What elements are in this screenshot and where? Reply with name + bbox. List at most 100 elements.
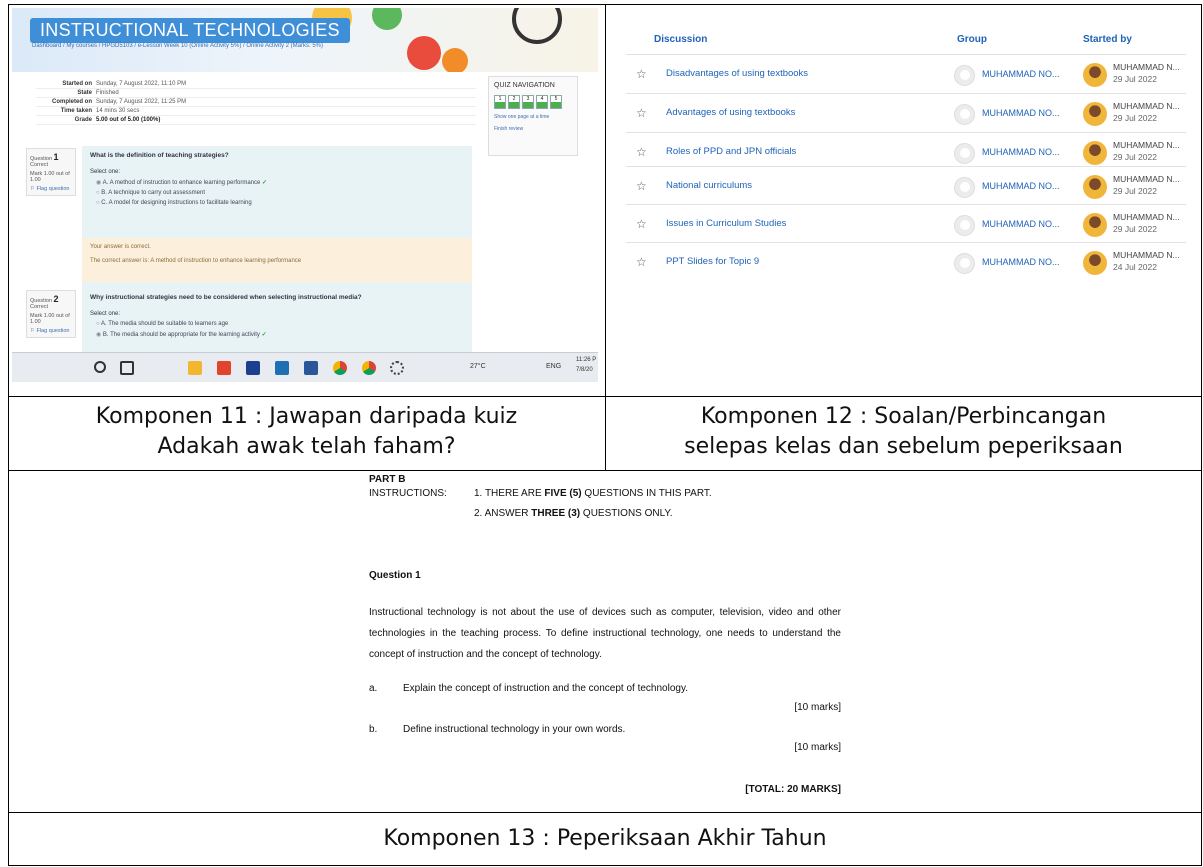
started-date: 29 Jul 2022	[1113, 74, 1157, 84]
discussion-row[interactable]: ☆ National curriculums MUHAMMAD NO... MU…	[626, 166, 1186, 205]
group-name[interactable]: MUHAMMAD NO...	[982, 147, 1060, 157]
course-title: INSTRUCTIONAL TECHNOLOGIES	[30, 18, 350, 43]
avatar	[1083, 175, 1107, 199]
discussion-title[interactable]: Advantages of using textbooks	[666, 107, 795, 118]
folder-icon[interactable]	[188, 361, 202, 375]
discussion-row[interactable]: ☆ Advantages of using textbooks MUHAMMAD…	[626, 93, 1186, 132]
show-one-page-link[interactable]: Show one page at a time	[494, 114, 572, 120]
weather-temperature[interactable]: 27°C	[470, 363, 486, 370]
discussion-title[interactable]: National curriculums	[666, 180, 752, 191]
started-date: 29 Jul 2022	[1113, 113, 1157, 123]
question-heading: Question 1	[369, 570, 421, 581]
item-a-text: Explain the concept of instruction and t…	[403, 683, 688, 694]
clock-date[interactable]: 7/8/20	[576, 367, 593, 373]
flag-label: Flag question	[36, 328, 70, 334]
app-icon[interactable]	[275, 361, 289, 375]
office-icon[interactable]	[217, 361, 231, 375]
started-by-name[interactable]: MUHAMMAD N...	[1113, 101, 1180, 111]
clock-time[interactable]: 11:26 P	[576, 357, 596, 363]
decor-circle	[512, 8, 562, 44]
divider-vertical	[605, 4, 606, 470]
discussion-row[interactable]: ☆ Issues in Curriculum Studies MUHAMMAD …	[626, 204, 1186, 243]
discussion-list-screenshot: Discussion Group Started by ☆ Disadvanta…	[610, 8, 1200, 382]
instruction-1: 1. THERE ARE FIVE (5) QUESTIONS IN THIS …	[474, 488, 712, 499]
quiz-navigation-title: QUIZ NAVIGATION	[494, 82, 555, 89]
border-right	[1201, 4, 1202, 866]
instruction-text: 2. ANSWER	[474, 508, 532, 519]
language-indicator[interactable]: ENG	[546, 363, 561, 370]
question-nav-button[interactable]: 1	[494, 95, 506, 109]
started-by-name[interactable]: MUHAMMAD N...	[1113, 140, 1180, 150]
discussion-row[interactable]: ☆ PPT Slides for Topic 9 MUHAMMAD NO... …	[626, 242, 1186, 281]
option-text: C. A model for designing instructions to…	[101, 200, 252, 206]
question-nav-button[interactable]: 2	[508, 95, 520, 109]
question-status: Correct	[30, 162, 49, 168]
group-icon	[954, 143, 975, 164]
discussion-title[interactable]: PPT Slides for Topic 9	[666, 256, 759, 267]
breadcrumb[interactable]: Dashboard / My courses / HPGD5103 / e-Le…	[32, 43, 323, 49]
item-a-letter: a.	[369, 683, 378, 694]
star-icon[interactable]: ☆	[636, 145, 647, 159]
summary-row: Completed on Sunday, 7 August 2022, 11:25…	[36, 98, 476, 107]
discussion-title[interactable]: Issues in Curriculum Studies	[666, 218, 786, 229]
started-by-name[interactable]: MUHAMMAD N...	[1113, 212, 1180, 222]
summary-key: State	[77, 90, 92, 96]
caption-line: Adakah awak telah faham?	[157, 434, 456, 459]
flag-question-link[interactable]: ⚐ Flag question	[30, 186, 72, 192]
group-icon	[954, 253, 975, 274]
zoom-icon[interactable]	[246, 361, 260, 375]
word-icon[interactable]	[304, 361, 318, 375]
instruction-2: 2. ANSWER THREE (3) QUESTIONS ONLY.	[474, 508, 673, 519]
chrome-icon[interactable]	[333, 361, 347, 375]
part-heading: PART B	[369, 474, 406, 485]
caption-line: Komponen 11 : Jawapan daripada kuiz	[95, 404, 518, 429]
answer-option[interactable]: C. A model for designing instructions to…	[96, 200, 464, 206]
started-by-name[interactable]: MUHAMMAD N...	[1113, 62, 1180, 72]
flag-question-link[interactable]: ⚐ Flag question	[30, 328, 72, 334]
answer-option[interactable]: A. A method of instruction to enhance le…	[96, 179, 464, 186]
instruction-text: QUESTIONS ONLY.	[580, 508, 673, 519]
finish-review-link[interactable]: Finish review	[494, 126, 572, 132]
question-nav-button[interactable]: 3	[522, 95, 534, 109]
discussion-title[interactable]: Disadvantages of using textbooks	[666, 68, 808, 79]
quiz-navigation: QUIZ NAVIGATION 1 2 3 4 5 Show one page …	[488, 76, 578, 156]
column-header-group[interactable]: Group	[957, 34, 987, 45]
column-header-discussion[interactable]: Discussion	[654, 34, 707, 45]
answer-option[interactable]: A. The media should be suitable to learn…	[96, 321, 464, 327]
chrome-icon[interactable]	[362, 361, 376, 375]
decor-circle	[407, 36, 441, 70]
group-icon	[954, 104, 975, 125]
column-header-started-by[interactable]: Started by	[1083, 34, 1132, 45]
question-nav-button[interactable]: 4	[536, 95, 548, 109]
avatar	[1083, 102, 1107, 126]
question-text: What is the definition of teaching strat…	[90, 152, 229, 159]
group-name[interactable]: MUHAMMAD NO...	[982, 108, 1060, 118]
group-name[interactable]: MUHAMMAD NO...	[982, 69, 1060, 79]
star-icon[interactable]: ☆	[636, 217, 647, 231]
caption-komponen-11: Komponen 11 : Jawapan daripada kuiz Adak…	[8, 402, 605, 462]
gear-icon[interactable]	[390, 361, 404, 375]
discussion-title[interactable]: Roles of PPD and JPN officials	[666, 146, 796, 157]
answer-option[interactable]: B. The media should be appropriate for t…	[96, 331, 464, 338]
instructions-label: INSTRUCTIONS:	[369, 488, 447, 499]
caption-line: selepas kelas dan sebelum peperiksaan	[684, 434, 1123, 459]
star-icon[interactable]: ☆	[636, 106, 647, 120]
question-nav-button[interactable]: 5	[550, 95, 562, 109]
answer-feedback: Your answer is correct. The correct answ…	[82, 238, 472, 282]
star-icon[interactable]: ☆	[636, 179, 647, 193]
task-view-icon[interactable]	[120, 361, 134, 375]
option-text: B. A technique to carry out assessment	[101, 190, 206, 196]
answer-option[interactable]: B. A technique to carry out assessment	[96, 190, 464, 196]
search-icon[interactable]	[94, 361, 106, 373]
group-icon	[954, 177, 975, 198]
discussion-row[interactable]: ☆ Disadvantages of using textbooks MUHAM…	[626, 54, 1186, 93]
group-name[interactable]: MUHAMMAD NO...	[982, 257, 1060, 267]
group-name[interactable]: MUHAMMAD NO...	[982, 219, 1060, 229]
started-by-name[interactable]: MUHAMMAD N...	[1113, 250, 1180, 260]
group-name[interactable]: MUHAMMAD NO...	[982, 181, 1060, 191]
star-icon[interactable]: ☆	[636, 67, 647, 81]
started-by-name[interactable]: MUHAMMAD N...	[1113, 174, 1180, 184]
instruction-emphasis: FIVE (5)	[544, 488, 582, 499]
star-icon[interactable]: ☆	[636, 255, 647, 269]
summary-value: Sunday, 7 August 2022, 11:25 PM	[96, 99, 187, 105]
